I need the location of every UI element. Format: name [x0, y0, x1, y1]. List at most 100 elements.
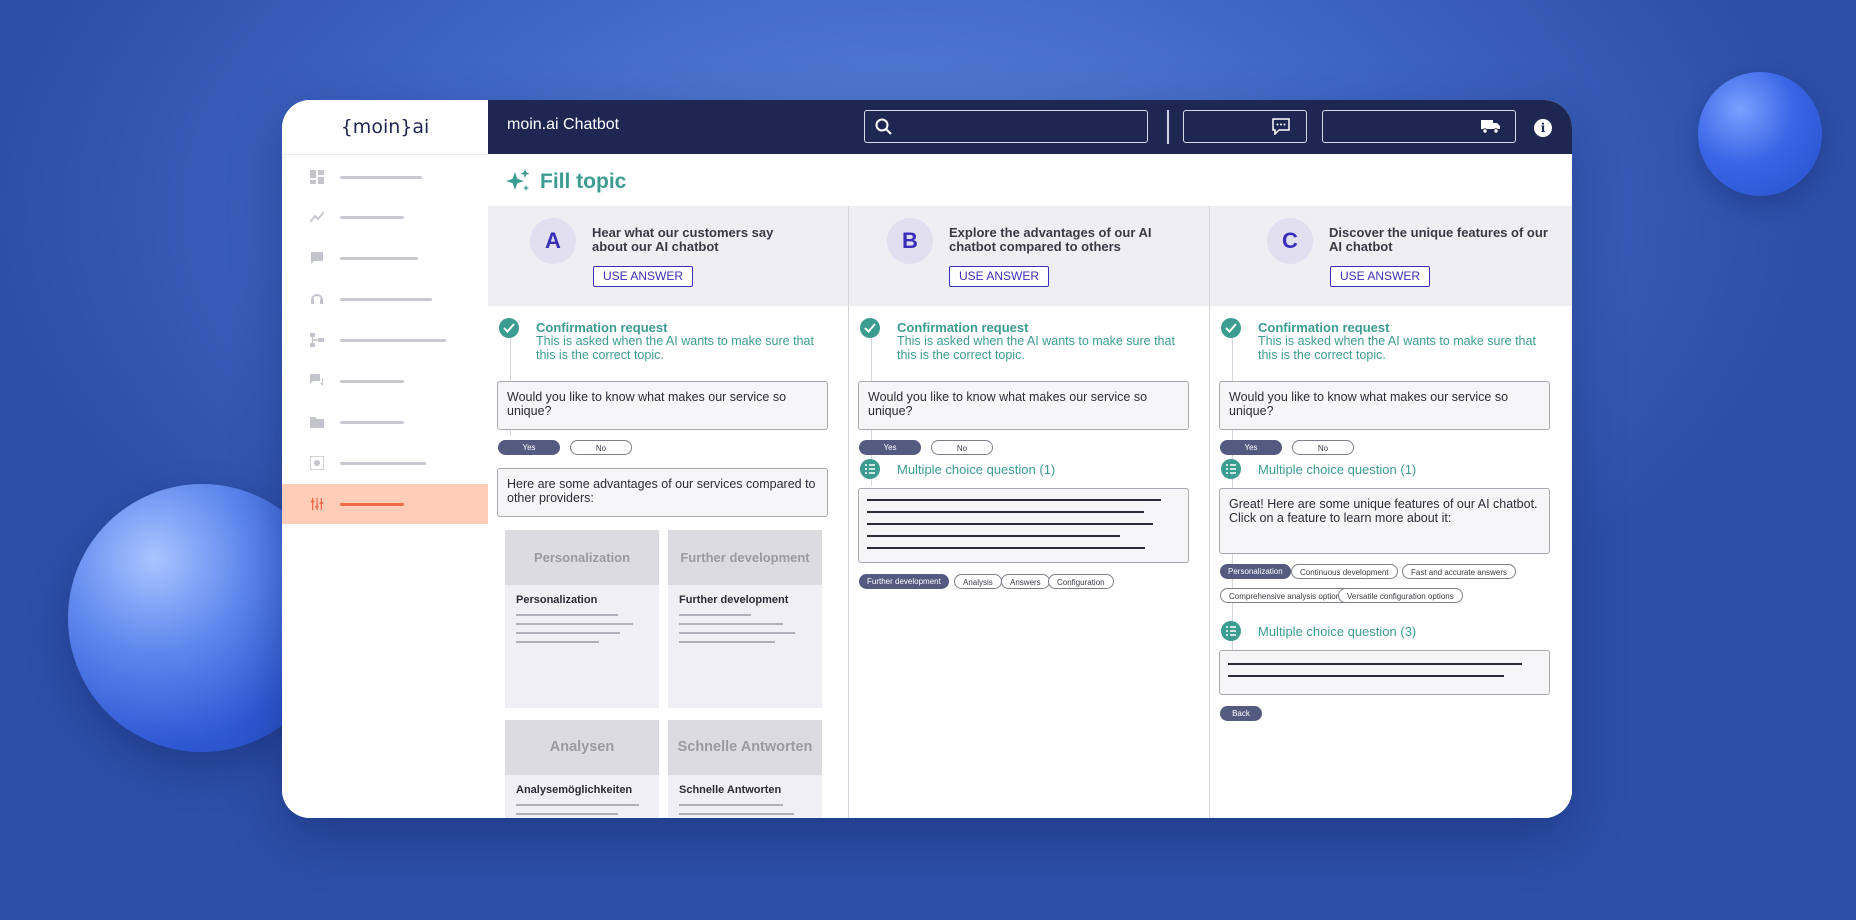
page-title: Fill topic [504, 168, 626, 196]
column-header: A Hear what our customers say about our … [488, 206, 848, 306]
text-line-placeholder [1228, 675, 1504, 677]
option-heading: Discover the unique features of our AI c… [1329, 225, 1548, 254]
check-icon [1221, 318, 1241, 338]
card-header: Personalization [505, 530, 659, 585]
sidebar-item-files[interactable] [282, 402, 488, 442]
text-line-placeholder [679, 641, 775, 643]
sidebar-item-settings[interactable] [282, 443, 488, 483]
choice-chip[interactable]: Analysis [954, 574, 1002, 589]
files-icon [310, 415, 324, 429]
chat-button[interactable] [1183, 110, 1307, 143]
card-title: Analysemöglichkeiten [516, 784, 633, 796]
choice-chip[interactable]: Continuous development [1291, 564, 1398, 579]
top-bar: moin.ai Chatbot i [488, 100, 1572, 154]
yes-button[interactable]: Yes [859, 440, 921, 455]
app-window: {moin}ai moin.ai Chatbot i Fill topic A … [282, 100, 1572, 818]
main-content: Fill topic A Hear what our customers say… [488, 154, 1572, 818]
option-letter-badge: B [887, 218, 933, 264]
sidebar-label-placeholder [340, 297, 432, 301]
list-icon [1221, 459, 1241, 479]
text-line-placeholder [679, 804, 783, 806]
text-line-placeholder [516, 641, 599, 643]
choice-chip-selected[interactable]: Personalization [1220, 564, 1291, 579]
no-button[interactable]: No [570, 440, 632, 455]
text-line-placeholder [867, 535, 1120, 537]
sparkle-icon [506, 169, 530, 191]
use-answer-button[interactable]: USE ANSWER [1330, 266, 1431, 287]
sidebar-item-support[interactable] [282, 279, 488, 319]
sidebar-item-chat[interactable] [282, 238, 488, 278]
card-title: Further development [679, 594, 789, 606]
text-line-placeholder [1228, 663, 1522, 665]
option-heading: Explore the advantages of our AI chatbot… [949, 225, 1152, 254]
text-line-placeholder [516, 614, 618, 616]
conversations-icon [310, 374, 324, 388]
confirmation-description: This is asked when the AI wants to make … [536, 334, 814, 362]
sidebar-item-dashboard[interactable] [282, 157, 488, 197]
decorative-sphere-right [1698, 72, 1822, 196]
bot-reply-message: Here are some advantages of our services… [497, 468, 828, 517]
sidebar-item-conversations[interactable] [282, 361, 488, 401]
sidebar-label-placeholder [340, 420, 404, 424]
choice-chip[interactable]: Answers [1001, 574, 1050, 589]
no-button[interactable]: No [1292, 440, 1354, 455]
text-line-placeholder [516, 623, 633, 625]
check-icon [499, 318, 519, 338]
sidebar-label-placeholder [340, 502, 404, 506]
column-header: B Explore the advantages of our AI chatb… [849, 206, 1209, 306]
list-icon [860, 459, 880, 479]
multiple-choice-message [858, 488, 1189, 563]
sidebar-label-placeholder [340, 338, 446, 342]
search-input[interactable] [864, 110, 1148, 143]
text-line-placeholder [679, 632, 795, 634]
multiple-choice-label: Multiple choice question (3) [1258, 624, 1417, 639]
chat-icon [310, 251, 324, 265]
multiple-choice-label: Multiple choice question (1) [897, 462, 1056, 477]
carousel-card[interactable]: Analysen Analysemöglichkeiten [505, 720, 659, 818]
sidebar: {moin}ai [282, 100, 489, 818]
carousel-card[interactable]: Personalization Personalization [505, 530, 659, 708]
choice-chip[interactable]: Fast and accurate answers [1402, 564, 1517, 579]
answer-column-a: A Hear what our customers say about our … [488, 206, 849, 818]
delivery-button[interactable] [1322, 110, 1516, 143]
text-line-placeholder [679, 813, 794, 815]
sidebar-item-topics-active[interactable] [282, 484, 488, 524]
settings-icon [310, 456, 324, 470]
choice-chip[interactable]: Comprehensive analysis options [1220, 588, 1354, 603]
card-header: Analysen [505, 720, 659, 775]
yes-button[interactable]: Yes [498, 440, 560, 455]
multiple-choice-label: Multiple choice question (1) [1258, 462, 1417, 477]
text-line-placeholder [679, 623, 783, 625]
text-line-placeholder [516, 632, 620, 634]
card-header: Schnelle Antworten [668, 720, 822, 775]
app-title: moin.ai Chatbot [507, 116, 620, 133]
use-answer-button[interactable]: USE ANSWER [949, 266, 1050, 287]
use-answer-button[interactable]: USE ANSWER [593, 266, 694, 287]
multiple-choice-message [1219, 650, 1550, 695]
option-letter-badge: A [530, 218, 576, 264]
carousel-card[interactable]: Further development Further development [668, 530, 822, 708]
brand-logo[interactable]: {moin}ai [282, 100, 488, 155]
page-title-text: Fill topic [540, 170, 627, 193]
sidebar-item-analytics[interactable] [282, 197, 488, 237]
check-icon [860, 318, 880, 338]
card-title: Personalization [516, 594, 598, 606]
topbar-divider [1167, 110, 1169, 144]
choice-chip[interactable]: Configuration [1048, 574, 1114, 589]
sidebar-item-flow[interactable] [282, 320, 488, 360]
sidebar-label-placeholder [340, 379, 404, 383]
confirmation-description: This is asked when the AI wants to make … [897, 334, 1175, 362]
text-line-placeholder [867, 523, 1153, 525]
yes-button[interactable]: Yes [1220, 440, 1282, 455]
choice-chip[interactable]: Versatile configuration options [1338, 588, 1463, 603]
flow-icon [310, 333, 324, 347]
card-title: Schnelle Antworten [679, 784, 782, 796]
bot-question-message: Would you like to know what makes our se… [858, 381, 1189, 430]
sidebar-label-placeholder [340, 461, 426, 465]
answer-column-b: B Explore the advantages of our AI chatb… [849, 206, 1210, 818]
back-button[interactable]: Back [1220, 706, 1262, 721]
carousel-card[interactable]: Schnelle Antworten Schnelle Antworten [668, 720, 822, 818]
no-button[interactable]: No [931, 440, 993, 455]
info-icon[interactable]: i [1534, 119, 1552, 137]
choice-chip-selected[interactable]: Further development [859, 574, 949, 589]
